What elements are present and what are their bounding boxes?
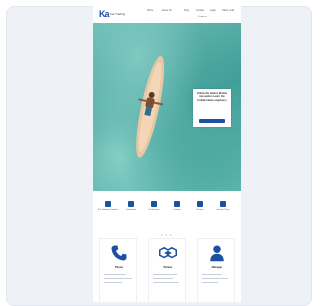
certificate-icon — [151, 201, 157, 207]
service-label: Download — [126, 209, 136, 211]
service-label: Certificates — [148, 209, 160, 211]
text-line — [153, 282, 179, 283]
text-line — [202, 274, 222, 275]
text-line — [153, 278, 173, 279]
services-row: Kai-Trading Products Download Certificat… — [97, 201, 237, 223]
site-logo[interactable]: Ka Kai Trading — [99, 10, 125, 19]
nav-item-login[interactable]: Login — [210, 9, 216, 12]
handshake-icon — [159, 246, 177, 259]
contact-card-title: Manager — [211, 266, 223, 269]
contact-card-phone: Phone — [99, 238, 137, 302]
hero-image: Online Kit attains Mobile innovation Lea… — [93, 23, 241, 191]
service-point[interactable]: Service Point — [212, 201, 234, 212]
service-download[interactable]: Download — [120, 201, 142, 212]
nav-item-products[interactable]: Products — [198, 16, 207, 18]
service-label: Service Point — [216, 209, 230, 211]
contact-icon — [174, 201, 180, 207]
text-line — [104, 282, 122, 283]
contact-card-manager: Manager — [197, 238, 235, 302]
service-products[interactable]: Kai-Trading Products — [97, 201, 119, 212]
text-line — [202, 278, 228, 279]
partner-icon — [197, 201, 203, 207]
text-line — [153, 274, 177, 275]
logo-mark: Ka — [99, 9, 109, 19]
text-line — [104, 274, 126, 275]
nav-item-about[interactable]: About Us — [162, 9, 172, 12]
contact-card-title: Phone — [115, 266, 123, 269]
service-certificates[interactable]: Certificates — [143, 201, 165, 212]
service-label: Partner — [196, 209, 204, 211]
contact-card-title: Partner — [163, 266, 173, 269]
text-line — [202, 282, 218, 283]
wrench-icon — [220, 201, 226, 207]
nav-item-faq[interactable]: FAQ — [184, 9, 189, 12]
products-icon — [105, 201, 111, 207]
contact-card-partner: Partner — [148, 238, 186, 302]
service-partner[interactable]: Partner — [189, 201, 211, 212]
phone-icon — [111, 245, 127, 261]
service-label: Kai-Trading Products — [97, 209, 119, 211]
site-header: Ka Kai Trading Home About Us FAQ Contact… — [93, 6, 241, 23]
hero-cta-button[interactable] — [199, 119, 225, 123]
text-line — [104, 278, 132, 279]
hero-info-box: Online Kit attains Mobile innovation Lea… — [193, 89, 231, 127]
download-icon — [128, 201, 134, 207]
hero-info-text: Online Kit attains Mobile innovation Lea… — [196, 92, 228, 102]
nav-item-contact[interactable]: Contact — [196, 9, 204, 12]
person-icon — [210, 245, 224, 262]
nav-item-home[interactable]: Home — [147, 9, 153, 12]
service-contact[interactable]: Contact — [166, 201, 188, 212]
carousel-dots[interactable]: • • • — [161, 232, 172, 237]
logo-text: Kai Trading — [110, 12, 126, 16]
webpage-preview: Ka Kai Trading Home About Us FAQ Contact… — [93, 6, 241, 302]
nav-item-other[interactable]: Other Links — [222, 9, 234, 12]
service-label: Contact — [173, 209, 181, 211]
